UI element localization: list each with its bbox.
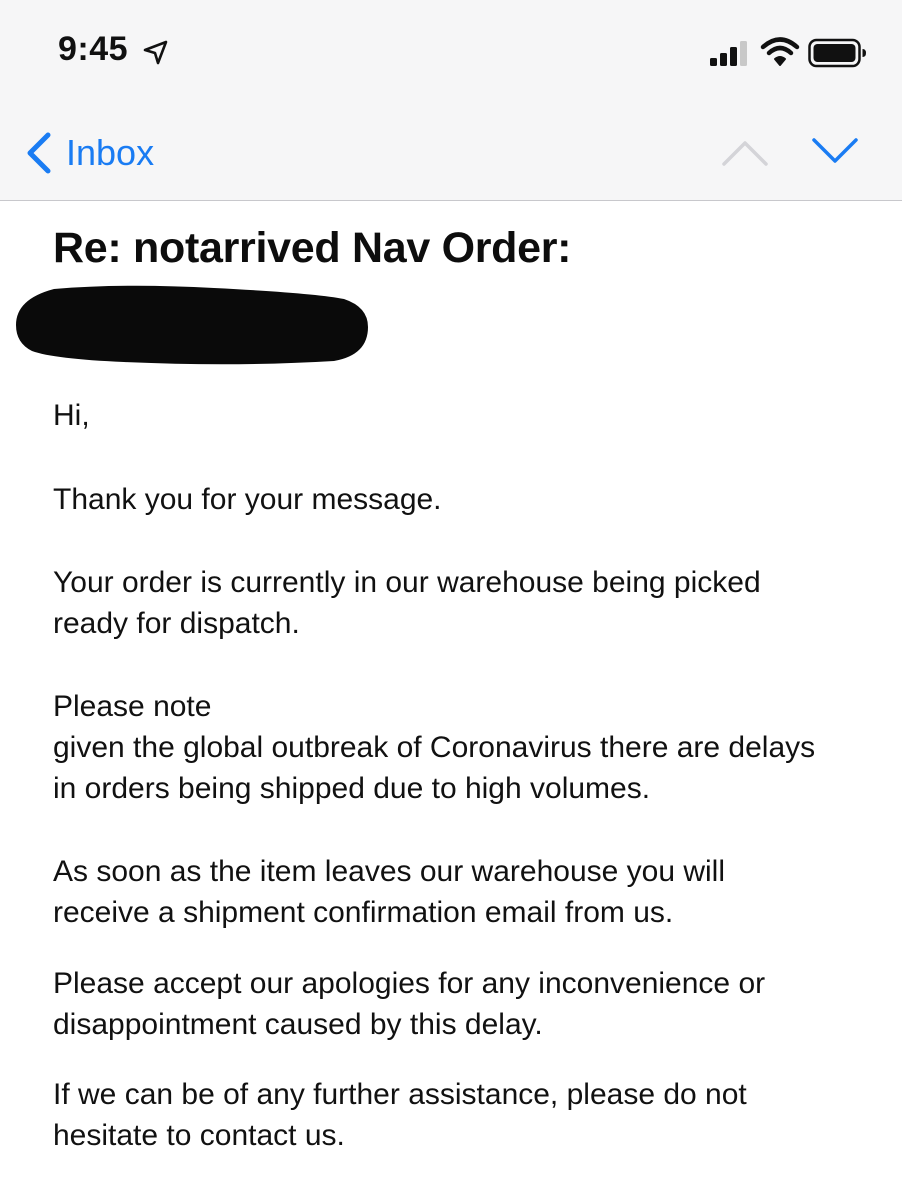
- wifi-icon: [760, 37, 800, 66]
- chevron-down-icon[interactable]: [808, 130, 862, 174]
- redaction-mark: [16, 285, 368, 365]
- body-paragraph: Please accept our apologies for any inco…: [53, 967, 766, 1041]
- body-paragraph: Thank you for your message.: [53, 483, 442, 516]
- body-paragraph: given the global outbreak of Coronavirus…: [53, 731, 816, 805]
- battery-icon: [808, 38, 866, 68]
- status-time: 9:45: [58, 30, 129, 68]
- chevron-up-icon[interactable]: [718, 130, 772, 174]
- chevron-left-icon: [27, 132, 51, 174]
- location-arrow-icon: [143, 40, 168, 65]
- navigation-header: 9:45 Inbox: [0, 0, 902, 201]
- back-to-inbox-button[interactable]: Inbox: [24, 128, 154, 178]
- greeting: Hi,: [53, 399, 90, 432]
- cellular-signal-icon: [710, 41, 747, 66]
- body-paragraph: As soon as the item leaves our warehouse…: [53, 855, 726, 929]
- back-label: Inbox: [66, 132, 155, 173]
- body-paragraph: If we can be of any further assistance, …: [53, 1078, 747, 1152]
- body-paragraph: Please note: [53, 690, 212, 723]
- email-subject: Re: notarrived Nav Order:: [53, 224, 572, 272]
- body-paragraph: Your order is currently in our warehouse…: [53, 566, 761, 640]
